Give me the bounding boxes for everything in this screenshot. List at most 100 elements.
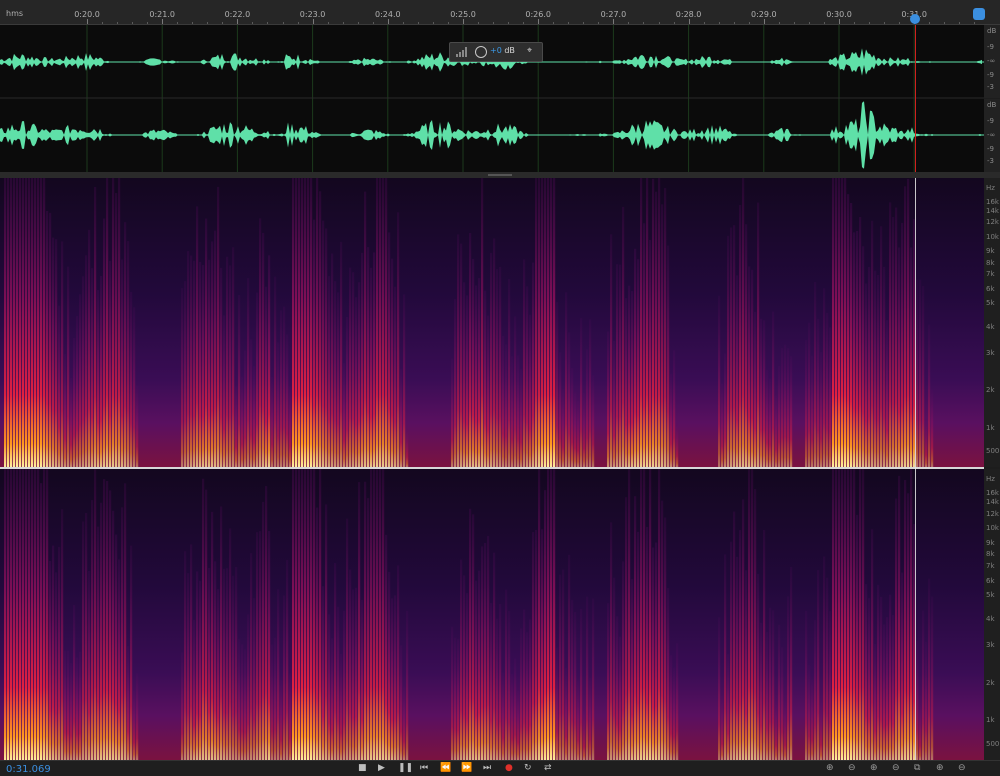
spectral-band — [313, 469, 316, 760]
spectral-band — [385, 178, 388, 467]
spectral-band — [277, 589, 280, 760]
spectral-band — [664, 517, 667, 760]
ruler-minor-tick — [944, 22, 946, 24]
ruler-minor-tick — [703, 22, 705, 24]
spectral-band — [22, 469, 25, 760]
play-icon[interactable]: ▶ — [378, 763, 385, 773]
spectrogram-channel-left[interactable] — [0, 178, 984, 467]
spectral-band — [922, 286, 925, 467]
spectral-band — [583, 392, 586, 467]
fast-forward-icon[interactable]: ⏩ — [461, 763, 472, 773]
spectral-band — [562, 389, 565, 467]
transport-bar: 0:31.069 ■ ▶ ❚❚ ⏮ ⏪ ⏩ ⏭ ● ↻ ⇄ ⊕ ⊖ ⊕ ⊖ ⧉ … — [0, 760, 1000, 776]
ruler-minor-tick — [553, 22, 555, 24]
zoom-out-amplitude-icon[interactable]: ⊖ — [848, 763, 856, 773]
spectral-band — [274, 276, 277, 467]
spectral-band — [268, 530, 271, 760]
zoom-out-time-icon[interactable]: ⊖ — [892, 763, 900, 773]
go-to-start-icon[interactable]: ⏮ — [420, 763, 428, 773]
spectral-band — [115, 193, 118, 467]
loop-icon[interactable]: ↻ — [524, 763, 532, 773]
spectral-band — [619, 264, 622, 467]
spectral-band — [64, 650, 67, 760]
spectral-band — [547, 469, 550, 760]
spectral-band — [847, 194, 850, 467]
ruler-minor-tick — [478, 22, 480, 24]
spectral-band — [61, 509, 64, 760]
time-ruler[interactable]: hms 0:20.0 0:21.0 0:22.0 0:23.0 0:24.0 0:25.0… — [0, 0, 1000, 25]
spectral-band — [202, 478, 205, 760]
ruler-tick-mark — [613, 19, 615, 24]
spectral-band — [925, 419, 928, 467]
spectral-band — [889, 594, 892, 760]
spectral-band — [886, 320, 889, 467]
spectral-band — [850, 469, 853, 760]
spectral-band — [82, 521, 85, 760]
spectral-band — [532, 532, 535, 760]
pause-icon[interactable]: ❚❚ — [398, 763, 413, 773]
ruler-tick-label: 0:22.0 — [224, 10, 251, 19]
spectral-band — [490, 252, 493, 467]
spectral-band — [61, 241, 64, 467]
divider-grip[interactable] — [488, 174, 512, 176]
skip-selection-icon[interactable]: ⇄ — [544, 763, 552, 773]
spectral-band — [106, 178, 109, 467]
spectral-band — [667, 245, 670, 467]
ruler-minor-tick — [884, 22, 886, 24]
spectral-band — [262, 501, 265, 760]
spectral-band — [613, 577, 616, 760]
spectral-band — [478, 278, 481, 467]
stop-icon[interactable]: ■ — [358, 763, 367, 773]
spectral-band — [361, 252, 364, 467]
spectral-band — [451, 626, 454, 760]
spectral-band — [505, 589, 508, 760]
ruler-minor-tick — [854, 22, 856, 24]
zoom-in-time-icon[interactable]: ⊕ — [870, 763, 878, 773]
zoom-full-icon[interactable]: ⧉ — [914, 763, 920, 773]
spectral-band — [346, 316, 349, 467]
hz-scale-bottom: Hz 16k 14k 12k 10k 9k 8k 7k 6k 5k 4k 3k 2k 1k 500 — [984, 469, 1000, 760]
spectral-band — [52, 545, 55, 760]
spectral-band — [304, 178, 307, 467]
zoom-in-amplitude-icon[interactable]: ⊕ — [826, 763, 834, 773]
ruler-tick-mark — [763, 19, 765, 24]
record-icon[interactable]: ● — [505, 763, 513, 773]
spectral-band — [727, 654, 730, 760]
spectral-band — [622, 561, 625, 760]
ruler-minor-tick — [523, 22, 525, 24]
spectral-band — [94, 469, 97, 760]
pin-icon[interactable]: ⌖ — [527, 46, 532, 56]
spectral-band — [655, 191, 658, 467]
playhead-handle[interactable] — [910, 14, 920, 24]
gain-value[interactable]: +0 dB — [490, 46, 515, 55]
spectral-band — [571, 368, 574, 467]
spectral-band — [184, 551, 187, 760]
zoom-in-selection-icon[interactable]: ⊕ — [936, 763, 944, 773]
zoom-out-full-icon[interactable]: ⊖ — [958, 763, 966, 773]
ruler-zoom-icon[interactable] — [973, 8, 985, 20]
spectrogram-channel-right[interactable] — [0, 469, 984, 760]
spectral-band — [196, 571, 199, 760]
spectral-band — [775, 701, 778, 760]
ruler-minor-tick — [132, 22, 134, 24]
spectral-band — [40, 483, 43, 760]
spectral-band — [508, 278, 511, 467]
spectral-band — [514, 658, 517, 760]
spectral-band — [103, 479, 106, 760]
spectral-band — [328, 614, 331, 760]
ruler-minor-tick — [929, 22, 931, 24]
spectral-band — [844, 178, 847, 467]
spectral-band — [64, 354, 67, 467]
volume-hud[interactable]: +0 dB ⌖ — [449, 42, 543, 62]
spectral-band — [19, 178, 22, 467]
ruler-minor-tick — [282, 22, 284, 24]
go-to-end-icon[interactable]: ⏭ — [483, 763, 491, 773]
spectral-band — [67, 266, 70, 467]
spectral-band — [565, 292, 568, 467]
level-bars-icon — [456, 47, 467, 57]
ruler-minor-tick — [508, 22, 510, 24]
spectral-band — [532, 262, 535, 467]
ruler-tick-label: 0:28.0 — [675, 10, 702, 19]
rewind-icon[interactable]: ⏪ — [440, 763, 451, 773]
volume-knob-icon[interactable] — [475, 46, 487, 58]
